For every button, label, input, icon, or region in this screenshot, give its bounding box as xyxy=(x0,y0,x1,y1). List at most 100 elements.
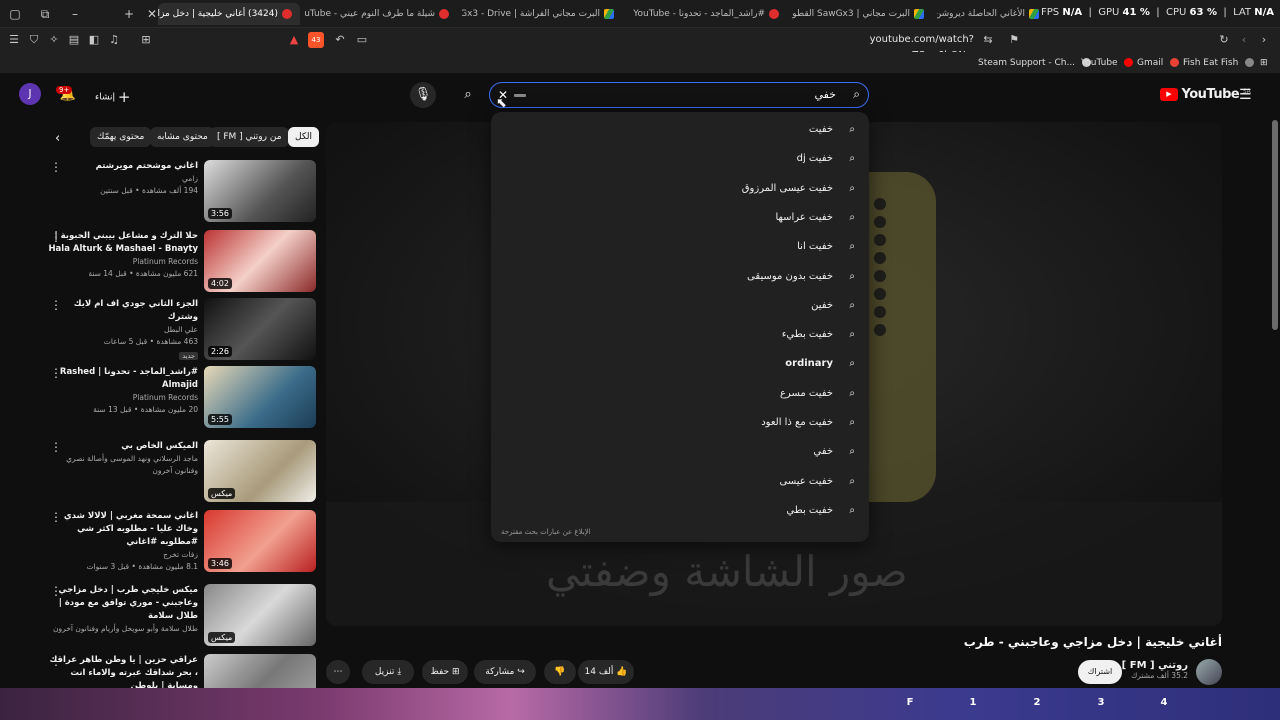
list-item[interactable]: 3:46 اغاني سمحة مغربي | لالالا شدي وخاك … xyxy=(40,510,316,574)
page-scrollbar[interactable] xyxy=(1272,120,1278,330)
back-icon[interactable]: ‹ xyxy=(1236,32,1252,48)
back-history-icon[interactable]: ↶ xyxy=(332,32,348,48)
channel-name[interactable]: علي البطل xyxy=(48,324,198,336)
video-thumbnail[interactable]: 4:02 xyxy=(204,230,316,292)
brave-shield-icon[interactable]: 43 xyxy=(308,32,324,48)
bookmark-gmail[interactable]: Gmail xyxy=(1137,56,1180,70)
video-thumbnail[interactable]: ميكس xyxy=(204,440,316,502)
tab[interactable]: البرت مجاني الفراشة | SawGx3 - Drive xyxy=(462,3,622,25)
channel-avatar[interactable] xyxy=(1196,659,1222,685)
channel-name[interactable]: Platinum Records xyxy=(48,392,198,404)
share-button[interactable]: مشاركة ↪ xyxy=(474,660,536,684)
video-title[interactable]: ميكس خليجي طرب | دخل مزاجي وعاجبني - مور… xyxy=(48,584,198,623)
music-icon[interactable]: ♫ xyxy=(106,32,122,48)
video-title[interactable]: حلا الترك و مشاعل بيبني الحبوبة | Hala A… xyxy=(48,230,198,256)
channel-name[interactable]: طلال سلامة وأبو سويحل وأريام وفنانون آخر… xyxy=(48,623,198,635)
more-actions-icon[interactable]: ⋯ xyxy=(326,660,350,684)
suggestion-item[interactable]: ⌕ خفين xyxy=(515,295,855,317)
sidebar-toggle-icon[interactable]: ▢ xyxy=(6,5,24,23)
chips-prev-icon[interactable]: ‹ xyxy=(55,131,60,146)
video-title[interactable]: عراقي حزين | يا وطن طاهر عراقك ، بحر شدا… xyxy=(48,654,198,688)
vpn-icon[interactable]: ▲ xyxy=(286,32,302,48)
bookmark-icon[interactable]: ⚑ xyxy=(1006,32,1022,48)
suggestion-item[interactable]: ⌕ خفيت عيسى المرزوق xyxy=(515,178,855,200)
workspace-icon[interactable]: ⊞ xyxy=(138,32,154,48)
share-link-icon[interactable]: ⇆ xyxy=(980,32,996,48)
taskbar-item[interactable]: 1 xyxy=(965,695,981,711)
suggestion-item[interactable]: ⌕ خفي xyxy=(515,441,855,463)
video-title[interactable]: اغاني سمحة مغربي | لالالا شدي وخاك عليا … xyxy=(48,510,198,549)
suggestion-item[interactable]: ⌕ ordinary xyxy=(515,353,855,375)
tab[interactable]: شيلة ما طرف النوم عيني - YouTube xyxy=(305,3,457,25)
more-options-icon[interactable]: ⋮ xyxy=(50,299,62,311)
bookmarks-more-icon[interactable]: ⊞ xyxy=(1260,56,1268,70)
video-thumbnail[interactable] xyxy=(204,654,316,688)
minimize-icon[interactable]: – xyxy=(66,5,84,23)
bookmark-fish[interactable]: Fish Eat Fish xyxy=(1183,56,1255,70)
more-options-icon[interactable]: ⋮ xyxy=(50,655,62,667)
voice-search-icon[interactable]: 🎙 xyxy=(410,82,436,108)
chip-related[interactable]: محتوى مشابه xyxy=(150,127,215,147)
tab[interactable]: الأغاني الحاصلة ديروشن (حق 5 دولار وتحت)… xyxy=(937,3,1047,25)
suggestion-item[interactable]: ⌕ خفيت xyxy=(515,119,855,141)
tab-overview-icon[interactable]: ⧉ xyxy=(36,5,54,23)
video-thumbnail[interactable]: 2:26 xyxy=(204,298,316,360)
video-thumbnail[interactable]: 5:55 xyxy=(204,366,316,428)
dislike-button[interactable]: 👎 xyxy=(544,660,576,684)
report-suggestions-link[interactable]: الإبلاغ عن عبارات بحث مقترحة xyxy=(501,528,591,536)
youtube-logo[interactable]: ▶ YouTube SA xyxy=(1160,87,1251,102)
list-item[interactable]: 5:55 #راشد_الماجد - تحدونا | Rashed Alma… xyxy=(40,366,316,430)
more-options-icon[interactable]: ⋮ xyxy=(50,441,62,453)
more-options-icon[interactable]: ⋮ xyxy=(50,511,62,523)
taskbar-item[interactable]: 3 xyxy=(1093,695,1109,711)
chip-for-you[interactable]: محتوى يهمّك xyxy=(90,127,152,147)
more-options-icon[interactable]: ⋮ xyxy=(50,367,62,379)
video-thumbnail[interactable]: 3:46 xyxy=(204,510,316,572)
chip-channel[interactable]: من روتني [ FM ] xyxy=(210,127,289,147)
channel-name[interactable]: زفات تخرج xyxy=(48,549,198,561)
suggestion-item[interactable]: ⌕ خفيت مع ذا العود xyxy=(515,412,855,434)
shield-icon[interactable]: ⛉ xyxy=(26,32,42,48)
search-input[interactable]: ✕ خفي ⌕ xyxy=(489,82,869,108)
suggestion-item[interactable]: ⌕ خفيت عراسها xyxy=(515,207,855,229)
list-item[interactable]: 4:02 حلا الترك و مشاعل بيبني الحبوبة | H… xyxy=(40,230,316,294)
menu-icon[interactable]: ☰ xyxy=(6,32,22,48)
search-button-icon[interactable]: ⌕ xyxy=(455,82,481,108)
new-tab-icon[interactable]: + xyxy=(120,5,138,23)
taskbar-item[interactable]: F xyxy=(902,695,918,711)
forward-icon[interactable]: › xyxy=(1256,32,1272,48)
channel-name-main[interactable]: روتني [ FM ] xyxy=(1122,660,1188,671)
list-item[interactable]: 2:26 الجزء الثاني جودي اف ام لايك وشترك ع… xyxy=(40,298,316,362)
video-title[interactable]: الجزء الثاني جودي اف ام لايك وشترك xyxy=(48,298,198,324)
list-item[interactable]: 3:56 اغاني موشحتم مويرشتم زامي 194 ألف مشا… xyxy=(40,160,316,224)
channel-name[interactable]: زامي xyxy=(48,173,198,185)
video-thumbnail[interactable]: ميكس xyxy=(204,584,316,646)
suggestion-item[interactable]: ⌕ خفيت انا xyxy=(515,236,855,258)
suggestion-item[interactable]: ⌕ خفيت عيسى xyxy=(515,471,856,493)
reload-icon[interactable]: ↻ xyxy=(1216,32,1232,48)
tab[interactable]: #راشد_الماجد - تحدونا - YouTube xyxy=(627,3,787,25)
suggestion-item[interactable]: ⌕ خفيت بطي xyxy=(515,500,855,522)
address-bar[interactable]: youtube.com/watch?v=nrZSpq6bQNw xyxy=(790,32,974,61)
save-button[interactable]: حفظ ⊞ xyxy=(422,660,468,684)
suggestion-item[interactable]: ⌕ خفيت dj xyxy=(515,148,855,170)
taskbar-item[interactable]: 2 xyxy=(1029,695,1045,711)
avatar[interactable]: J xyxy=(19,83,41,105)
bookmark-youtube[interactable]: YouTube xyxy=(1081,56,1134,70)
more-options-icon[interactable]: ⋮ xyxy=(50,585,62,597)
list-item[interactable]: عراقي حزين | يا وطن طاهر عراقك ، بحر شدا… xyxy=(40,654,316,688)
like-button[interactable]: 14 ألف 👍 xyxy=(578,660,634,684)
bookmark-steam[interactable]: Steam Support - Ch... xyxy=(978,56,1091,70)
download-button[interactable]: تنزيل ⤓ xyxy=(362,660,414,684)
channel-name[interactable]: Platinum Records xyxy=(48,256,198,268)
tabs-icon[interactable]: ▤ xyxy=(66,32,82,48)
chip-all[interactable]: الكل xyxy=(288,127,320,147)
list-item[interactable]: ميكس الميكس الخاص بي ماجد الرسلاني ونهد ا… xyxy=(40,440,316,504)
tab-active[interactable]: (3424) أغاني خليجية | دخل مزا xyxy=(158,3,300,25)
guide-menu-icon[interactable]: ☰ xyxy=(1239,87,1252,103)
screenshot-icon[interactable]: ▭ xyxy=(354,32,370,48)
video-title[interactable]: اغاني موشحتم مويرشتم xyxy=(48,160,198,173)
sidebar-icon[interactable]: ◧ xyxy=(86,32,102,48)
subscribe-button[interactable]: اشتراك xyxy=(1078,660,1122,684)
taskbar-item[interactable]: 4 xyxy=(1156,695,1172,711)
